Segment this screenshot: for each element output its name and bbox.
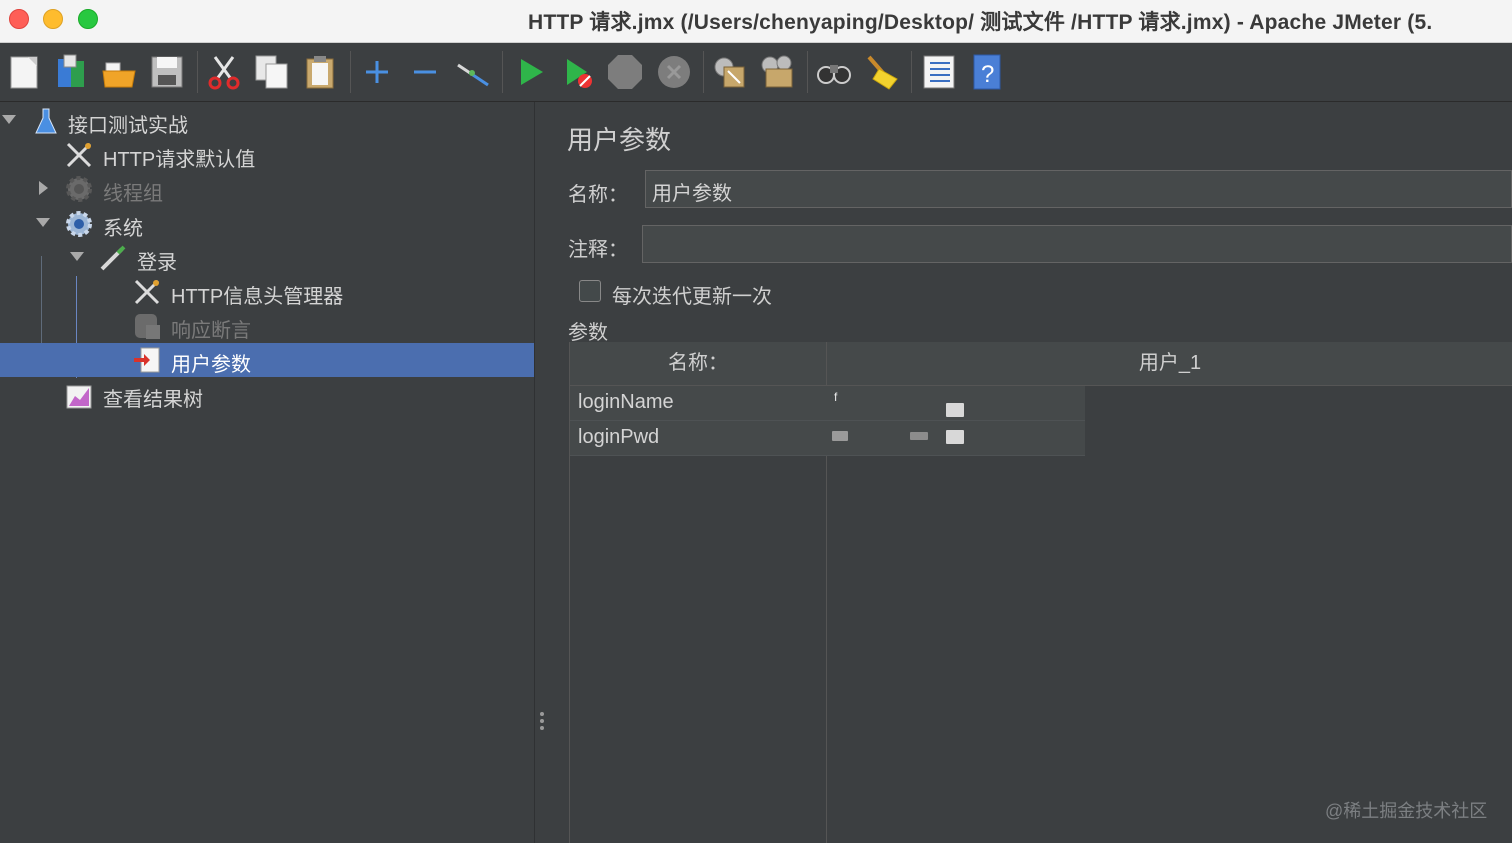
tree-item-thread-group[interactable]: 线程组	[0, 172, 534, 206]
page-title: 用户参数	[567, 125, 672, 155]
reset-search-icon[interactable]	[863, 53, 901, 91]
grip-dot	[540, 726, 544, 730]
tree-item-login[interactable]: 登录	[0, 241, 534, 275]
thread-group-icon	[64, 209, 94, 239]
clear-all-icon[interactable]	[758, 53, 796, 91]
redacted-value	[946, 430, 964, 444]
expand-arrow-icon[interactable]	[39, 181, 48, 195]
function-helper-icon[interactable]	[920, 53, 958, 91]
collapse-icon[interactable]	[406, 53, 444, 91]
start-no-timers-icon[interactable]	[559, 53, 597, 91]
table-row[interactable]: loginPwd	[570, 421, 1085, 456]
tree-item-label: HTTP请求默认值	[103, 149, 256, 171]
expand-icon[interactable]	[358, 53, 396, 91]
param-name-cell[interactable]: loginName	[578, 391, 674, 414]
templates-icon[interactable]	[52, 53, 90, 91]
tree-item-label: 线程组	[103, 183, 163, 205]
redacted-value	[832, 431, 848, 441]
test-plan-icon	[31, 106, 61, 136]
redacted-value	[946, 403, 964, 417]
column-header-name[interactable]: 名称：	[570, 342, 826, 386]
stop-icon[interactable]	[606, 53, 644, 91]
tree-item-header-manager[interactable]: HTTP信息头管理器	[0, 275, 534, 309]
name-field[interactable]: 用户参数	[645, 170, 1512, 208]
parameters-table: 名称： 用户_1 loginName f loginPwd	[569, 342, 1512, 843]
window-title-bar: HTTP 请求.jmx (/Users/chenyaping/Desktop/ …	[0, 0, 1512, 43]
assertion-icon	[132, 311, 162, 341]
parameters-section-label: 参数	[568, 322, 608, 344]
minimize-window-button[interactable]	[43, 9, 63, 29]
tree-item-label: 查看结果树	[103, 389, 203, 411]
tree-item-label: 响应断言	[171, 320, 251, 342]
listener-chart-icon	[64, 380, 94, 410]
tree-item-response-assertion[interactable]: 响应断言	[0, 309, 534, 343]
paste-icon[interactable]	[301, 53, 339, 91]
update-once-per-iteration-checkbox[interactable]	[579, 280, 601, 302]
user-parameters-panel: 用户参数 名称： 用户参数 注释： 每次迭代更新一次 参数 名称： 用户_1 l…	[549, 102, 1512, 843]
preprocessor-icon	[132, 345, 162, 375]
param-value-cell[interactable]: f	[834, 390, 837, 404]
new-icon[interactable]	[6, 53, 44, 91]
window-title: HTTP 请求.jmx (/Users/chenyaping/Desktop/ …	[528, 11, 1433, 34]
config-tools-icon	[132, 277, 162, 307]
checkbox-label: 每次迭代更新一次	[612, 286, 772, 308]
comment-field[interactable]	[642, 225, 1512, 263]
cut-icon[interactable]	[205, 53, 243, 91]
shutdown-icon[interactable]	[655, 53, 693, 91]
open-icon[interactable]	[100, 53, 138, 91]
save-icon[interactable]	[148, 53, 186, 91]
column-header-user-1[interactable]: 用户_1	[827, 342, 1512, 386]
tree-item-http-defaults[interactable]: HTTP请求默认值	[0, 138, 534, 172]
tree-item-view-results-tree[interactable]: 查看结果树	[0, 378, 534, 412]
sampler-pen-icon	[98, 243, 128, 273]
toolbar: ?	[0, 43, 1512, 102]
comment-label: 注释：	[568, 239, 628, 261]
help-icon[interactable]: ?	[968, 53, 1006, 91]
param-name-cell[interactable]: loginPwd	[578, 426, 659, 449]
thread-group-icon	[64, 174, 94, 204]
tree-item-label: 登录	[137, 252, 177, 274]
tree-item-label: 用户参数	[171, 354, 251, 376]
expand-arrow-icon[interactable]	[36, 218, 50, 227]
tree-item-label: 系统	[103, 218, 143, 240]
toggle-icon[interactable]	[454, 53, 492, 91]
grip-dot	[540, 719, 544, 723]
zoom-window-button[interactable]	[78, 9, 98, 29]
config-tools-icon	[64, 140, 94, 170]
tree-item-label: HTTP信息头管理器	[171, 286, 344, 308]
name-label: 名称：	[568, 184, 628, 206]
grip-dot	[540, 712, 544, 716]
start-icon[interactable]	[511, 53, 549, 91]
redacted-value	[910, 432, 928, 440]
tree-item-label: 接口测试实战	[68, 115, 188, 137]
tree-item-user-parameters[interactable]: 用户参数	[0, 343, 534, 377]
tree-item-system[interactable]: 系统	[0, 207, 534, 241]
table-row[interactable]: loginName f	[570, 386, 1085, 421]
expand-arrow-icon[interactable]	[70, 252, 84, 261]
copy-icon[interactable]	[253, 53, 291, 91]
clear-icon[interactable]	[710, 53, 748, 91]
svg-text:?: ?	[981, 61, 994, 88]
close-window-button[interactable]	[9, 9, 29, 29]
test-plan-tree: 接口测试实战 HTTP请求默认值 线程组 系统 登录 HTTP信息头管理器 响应…	[0, 102, 534, 843]
watermark: @稀土掘金技术社区	[1325, 801, 1488, 821]
split-pane-divider[interactable]	[534, 102, 550, 843]
expand-arrow-icon[interactable]	[2, 115, 16, 124]
search-icon[interactable]	[815, 53, 853, 91]
tree-item-test-plan[interactable]: 接口测试实战	[0, 104, 534, 138]
